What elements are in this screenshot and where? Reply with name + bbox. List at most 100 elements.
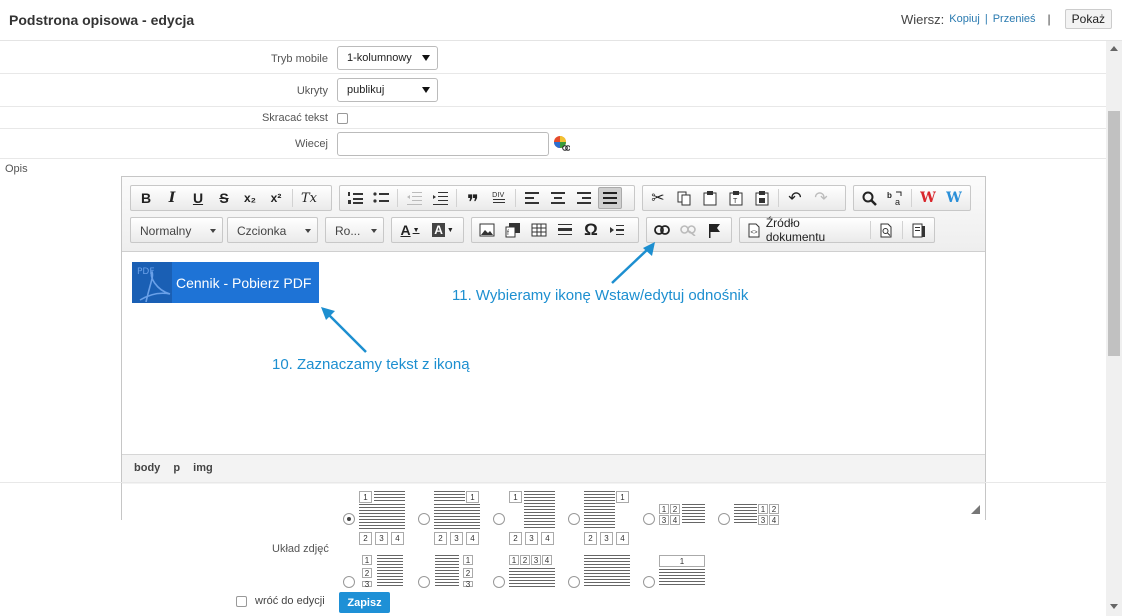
paste-word-button[interactable] [750, 187, 774, 209]
layout-radio-11[interactable] [643, 576, 655, 588]
bg-color-button[interactable]: A ▼ [427, 219, 459, 241]
superscript-button[interactable]: x² [264, 187, 288, 209]
page-scrollbar[interactable] [1106, 41, 1122, 616]
subscript-button[interactable]: x₂ [238, 187, 262, 209]
layout-thumb-7[interactable]: 1 2 3 [357, 553, 406, 589]
svg-text:a: a [895, 197, 900, 206]
italic-button[interactable]: I [160, 187, 184, 209]
annotation-step10: 10. Zaznaczamy tekst z ikoną [272, 356, 470, 373]
undo-button[interactable]: ↶ [783, 187, 807, 209]
path-body[interactable]: body [134, 462, 160, 474]
horizontal-line-button[interactable] [553, 219, 577, 241]
spellcheck-red-button[interactable]: W [916, 187, 940, 209]
numbered-list-button[interactable] [343, 187, 367, 209]
layout-thumb-6[interactable]: 1 2 3 4 [732, 489, 781, 547]
redo-button[interactable]: ↷ [809, 187, 833, 209]
replace-button[interactable]: ba [883, 187, 907, 209]
div-container-button[interactable]: DIV [487, 187, 511, 209]
image-button[interactable] [475, 219, 499, 241]
paste-text-button[interactable]: T [724, 187, 748, 209]
mobile-mode-label: Tryb mobile [270, 53, 328, 65]
layout-thumb-10[interactable] [582, 553, 631, 587]
image-icon [479, 223, 495, 237]
scroll-down-icon[interactable] [1110, 604, 1118, 609]
format-combo[interactable]: Normalny [130, 217, 223, 243]
paste-word-icon [755, 190, 769, 205]
layout-radio-2[interactable] [418, 513, 430, 525]
layout-radio-9[interactable] [493, 576, 505, 588]
find-button[interactable] [857, 187, 881, 209]
layout-radio-8[interactable] [418, 576, 430, 588]
layout-thumb-1[interactable]: 1 2 3 4 [357, 489, 406, 547]
color-picker-icon[interactable] [553, 135, 570, 152]
layout-radio-6[interactable] [718, 513, 730, 525]
indent-button[interactable] [428, 187, 452, 209]
layout-radio-1[interactable] [343, 513, 355, 525]
more-input[interactable] [337, 132, 549, 156]
align-center-button[interactable] [546, 187, 570, 209]
resize-handle[interactable] [971, 505, 980, 514]
table-button[interactable] [527, 219, 551, 241]
hidden-select[interactable]: publikuj [337, 78, 438, 102]
selected-link-block[interactable]: PDF Cennik - Pobierz PDF [132, 262, 319, 303]
underline-button[interactable]: U [186, 187, 210, 209]
layout-radio-5[interactable] [643, 513, 655, 525]
font-combo[interactable]: Czcionka [227, 217, 318, 243]
font-combo-value: Czcionka [237, 224, 287, 238]
layout-thumb-8[interactable]: 1 2 3 [432, 553, 481, 589]
align-right-button[interactable] [572, 187, 596, 209]
toolbar-group-insert: f Ω [471, 217, 639, 243]
blockquote-button[interactable]: ❞ [461, 187, 485, 214]
path-p[interactable]: p [173, 462, 180, 474]
layout-thumb-5[interactable]: 1 2 3 4 [657, 489, 706, 547]
outdent-button[interactable] [402, 187, 426, 209]
layout-thumb-3[interactable]: 1 2 3 4 [507, 489, 556, 547]
element-path: body p img [134, 462, 213, 474]
layout-thumb-11[interactable]: 1 [657, 553, 706, 587]
layout-radio-10[interactable] [568, 576, 580, 588]
show-button[interactable]: Pokaż [1064, 9, 1112, 29]
layout-thumb-2[interactable]: 1 2 3 4 [432, 489, 481, 547]
paste-button[interactable] [698, 187, 722, 209]
preview-button[interactable] [875, 219, 899, 241]
bg-color-label: A [432, 223, 445, 237]
remove-format-button[interactable]: Tx [297, 187, 321, 209]
layout-radio-3[interactable] [493, 513, 505, 525]
path-img[interactable]: img [193, 462, 213, 474]
editor-content[interactable]: PDF Cennik - Pobierz PDF [122, 252, 985, 454]
templates-button[interactable] [907, 219, 931, 241]
toolbar-group-document: <> Źródło dokumentu [739, 216, 935, 244]
flash-icon: f [505, 223, 520, 238]
scroll-up-icon[interactable] [1110, 46, 1118, 51]
page-break-button[interactable] [605, 219, 629, 241]
spellcheck-blue-button[interactable]: W [942, 187, 966, 209]
cut-button[interactable]: ✂ [646, 187, 670, 209]
copy-link[interactable]: Kopiuj [949, 13, 980, 25]
anchor-button[interactable] [702, 219, 726, 241]
special-char-button[interactable]: Ω [579, 219, 603, 241]
layout-radio-7[interactable] [343, 576, 355, 588]
text-color-button[interactable]: A ▼ [395, 219, 425, 241]
move-link[interactable]: Przenieś [993, 13, 1036, 25]
source-button[interactable]: <> Źródło dokumentu [743, 216, 866, 244]
layout-thumb-4[interactable]: 1 2 3 4 [582, 489, 631, 547]
align-left-button[interactable] [520, 187, 544, 209]
mobile-mode-select[interactable]: 1-kolumnowy [337, 46, 438, 70]
bulleted-list-button[interactable] [369, 187, 393, 209]
back-to-edit-checkbox[interactable] [236, 596, 247, 607]
size-combo[interactable]: Ro... [325, 217, 384, 243]
shorten-text-checkbox[interactable] [337, 113, 348, 124]
layout-radio-4[interactable] [568, 513, 580, 525]
layout-thumb-9[interactable]: 1 2 3 4 [507, 553, 556, 587]
bold-button[interactable]: B [134, 187, 158, 209]
link-button[interactable] [650, 219, 674, 241]
save-button[interactable]: Zapisz [339, 592, 390, 613]
layout-lines [434, 504, 480, 530]
justify-button[interactable] [598, 187, 622, 209]
unlink-button[interactable] [676, 219, 700, 241]
scroll-thumb[interactable] [1108, 111, 1120, 356]
strike-button[interactable]: S [212, 187, 236, 209]
flash-button[interactable]: f [501, 219, 525, 241]
copy-button[interactable] [672, 187, 696, 209]
row-mobile-mode: Tryb mobile 1-kolumnowy [0, 41, 1106, 74]
